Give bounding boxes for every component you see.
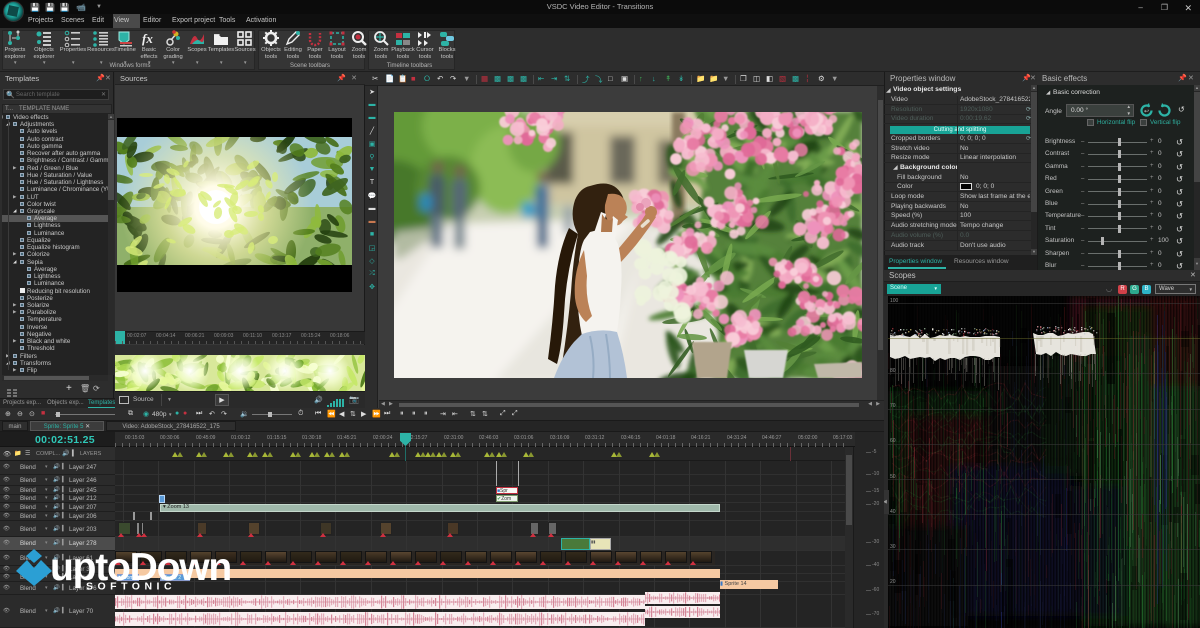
svg-text:30: 30 (890, 544, 896, 550)
svg-text:20: 20 (890, 579, 896, 585)
svg-text:100: 100 (890, 298, 899, 304)
svg-text:↩: ↩ (1144, 109, 1149, 115)
svg-text:SOFTONIC: SOFTONIC (86, 581, 176, 593)
svg-text:60: 60 (890, 438, 896, 444)
svg-text:40: 40 (890, 509, 896, 515)
svg-text:90: 90 (890, 333, 896, 339)
svg-text:80: 80 (890, 368, 896, 374)
svg-text:50: 50 (890, 474, 896, 480)
svg-text:70: 70 (890, 403, 896, 409)
svg-text:fx: fx (142, 31, 153, 46)
